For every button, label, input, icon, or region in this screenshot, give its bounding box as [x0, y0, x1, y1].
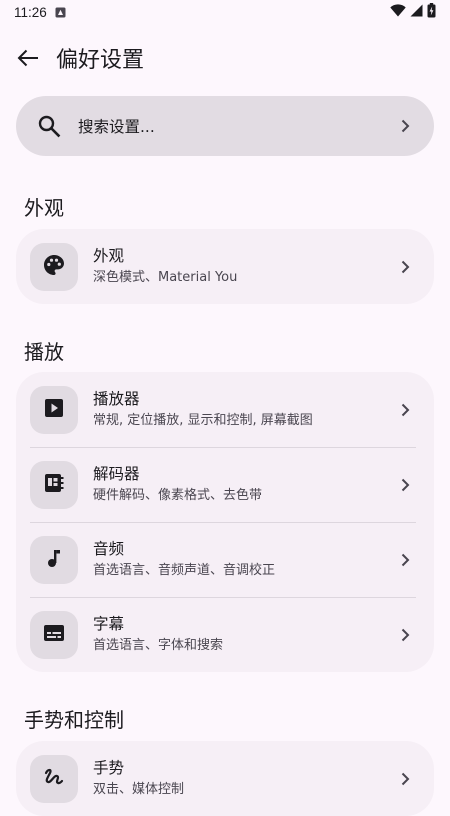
card-gestures: 手势 双击、媒体控制	[16, 741, 434, 816]
battery-charging-icon	[427, 2, 436, 22]
signal-icon	[410, 4, 423, 21]
chevron-right-icon	[400, 553, 414, 567]
status-bar: 11:26	[0, 0, 450, 24]
list-item-appearance[interactable]: 外观 深色模式、Material You	[16, 229, 434, 304]
list-item-subtitles[interactable]: 字幕 首选语言、字体和搜索	[16, 597, 434, 672]
play-icon	[43, 397, 65, 423]
list-item-subtitle: 首选语言、音频声道、音调校正	[93, 563, 276, 578]
chevron-right-icon	[400, 628, 414, 642]
list-item-audio[interactable]: 音频 首选语言、音频声道、音调校正	[16, 522, 434, 597]
chevron-right-icon	[400, 403, 414, 417]
list-item-title: 手势	[93, 759, 125, 777]
list-item-title: 播放器	[93, 390, 140, 408]
chevron-right-icon	[400, 772, 414, 786]
music-note-icon	[43, 547, 65, 573]
list-item-gestures[interactable]: 手势 双击、媒体控制	[16, 741, 434, 816]
list-item-title: 字幕	[93, 615, 125, 633]
list-item-subtitle: 双击、媒体控制	[93, 782, 185, 797]
subtitles-icon	[42, 622, 66, 648]
decoder-icon	[42, 471, 66, 499]
wifi-icon	[390, 3, 406, 21]
status-time: 11:26	[14, 4, 47, 20]
search-bar[interactable]: 搜索设置...	[16, 96, 434, 156]
list-item-decoder[interactable]: 解码器 硬件解码、像素格式、去色带	[16, 447, 434, 522]
chevron-right-icon	[400, 260, 414, 274]
list-item-title: 外观	[93, 247, 125, 265]
search-icon	[36, 113, 62, 139]
list-item-title: 解码器	[93, 465, 140, 483]
chevron-right-icon	[400, 119, 414, 133]
list-item-subtitle: 硬件解码、像素格式、去色带	[93, 488, 263, 503]
list-item-subtitle: 常规, 定位播放, 显示和控制, 屏幕截图	[93, 413, 313, 428]
section-title-playback: 播放	[24, 340, 64, 364]
gesture-icon	[42, 765, 66, 793]
notification-icon	[55, 7, 66, 18]
chevron-right-icon	[400, 478, 414, 492]
list-item-subtitle: 深色模式、Material You	[93, 270, 238, 285]
card-appearance: 外观 深色模式、Material You	[16, 229, 434, 304]
palette-icon	[42, 253, 66, 281]
section-title-gestures: 手势和控制	[24, 708, 124, 732]
card-playback: 播放器 常规, 定位播放, 显示和控制, 屏幕截图 解码器 硬件解码、像素格式、…	[16, 372, 434, 672]
list-item-subtitle: 首选语言、字体和搜索	[93, 638, 224, 653]
search-placeholder: 搜索设置...	[78, 118, 155, 136]
section-title-appearance: 外观	[24, 196, 64, 220]
list-item-title: 音频	[93, 540, 125, 558]
list-item-player[interactable]: 播放器 常规, 定位播放, 显示和控制, 屏幕截图	[16, 372, 434, 447]
page-title: 偏好设置	[56, 48, 145, 73]
back-arrow-icon[interactable]	[14, 44, 42, 72]
app-bar: 偏好设置	[0, 30, 450, 86]
